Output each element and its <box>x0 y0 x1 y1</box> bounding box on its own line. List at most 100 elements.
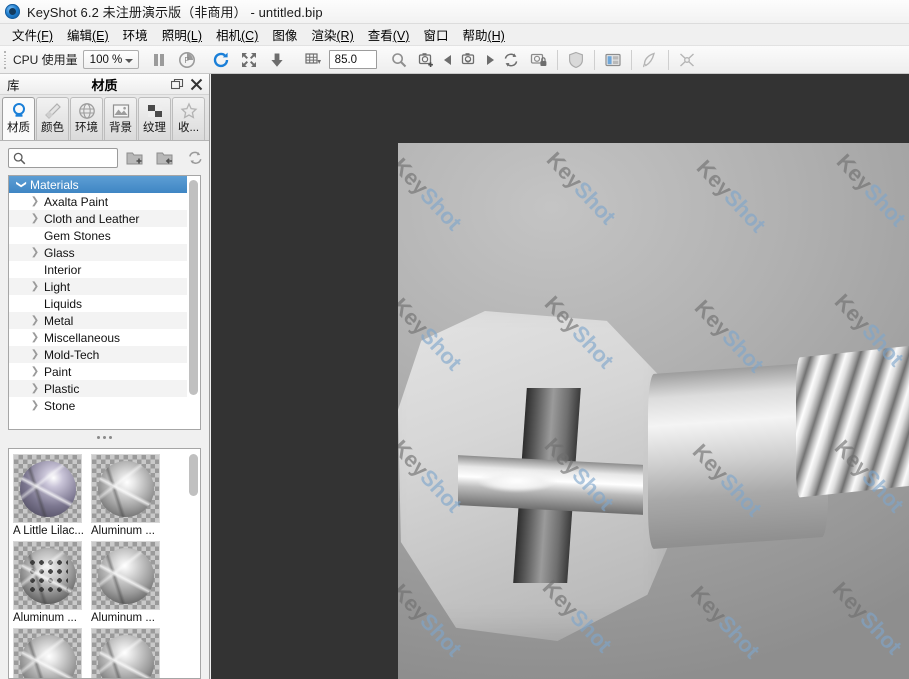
render-quality-input[interactable]: 85.0 <box>328 50 377 69</box>
tree-item-4[interactable]: ❯ Cloth and Leather <box>9 210 187 227</box>
menu-item-3[interactable]: 环境 <box>116 23 155 46</box>
tree-item-15[interactable]: ❯ Stone <box>9 397 187 414</box>
material-preview-image[interactable] <box>13 541 82 610</box>
camera-list-button[interactable] <box>455 47 483 73</box>
chevron-right-icon[interactable]: ❯ <box>27 332 43 343</box>
tree-item-13[interactable]: ❯ Paint <box>9 363 187 380</box>
chevron-right-icon[interactable]: ❯ <box>27 315 43 326</box>
toolbar-grip[interactable] <box>2 49 8 70</box>
menu-item-mnemonic: (E) <box>92 29 109 43</box>
chevron-down-icon[interactable]: ❯ <box>16 177 27 193</box>
lock-camera-button[interactable] <box>525 47 553 73</box>
library-tab-3[interactable]: 环境 <box>70 97 103 140</box>
tree-item-12[interactable]: ❯ Mold-Tech <box>9 346 187 363</box>
chevron-right-icon[interactable]: ❯ <box>27 400 43 411</box>
tree-item-5[interactable]: Gem Stones <box>9 227 187 244</box>
panel-splitter[interactable] <box>0 430 209 444</box>
image-icon <box>111 101 131 121</box>
chevron-right-icon[interactable]: ❯ <box>27 383 43 394</box>
render-viewport[interactable]: KeyShot KeyShot KeyShot KeyShot KeyShot KeySh… <box>211 74 909 679</box>
menu-item-4[interactable]: 照明(L) <box>155 23 209 46</box>
tree-item-2[interactable]: ❯ Materials <box>9 176 187 193</box>
material-thumbnail-list[interactable]: A Little Lilac... Aluminum ... Aluminum ..… <box>8 448 201 679</box>
menu-item-7[interactable]: 渲染(R) <box>304 23 360 46</box>
previous-camera-button[interactable] <box>441 47 455 73</box>
material-preview-image[interactable] <box>91 454 160 523</box>
import-folder-button[interactable] <box>122 147 148 169</box>
material-thumbnail[interactable]: Aluminum ... <box>13 541 87 626</box>
chevron-right-icon[interactable]: ❯ <box>27 196 43 207</box>
library-tab-6[interactable]: 收... <box>172 97 205 140</box>
menu-item-5[interactable]: 相机(C) <box>209 23 265 46</box>
material-preview-image[interactable] <box>13 628 82 678</box>
tree-item-14[interactable]: ❯ Plastic <box>9 380 187 397</box>
tree-item-3[interactable]: ❯ Axalta Paint <box>9 193 187 210</box>
library-tab-4[interactable]: 背景 <box>104 97 137 140</box>
library-tree[interactable]: 下载❯Materials❯Axalta Paint❯Cloth and Leat… <box>8 175 201 430</box>
material-thumbnail[interactable] <box>91 628 165 678</box>
paint-brush-icon <box>642 51 655 67</box>
zoom-button[interactable] <box>385 47 413 73</box>
layout-button[interactable] <box>599 47 627 73</box>
move-tool-button[interactable] <box>235 47 263 73</box>
menu-item-9[interactable]: 窗口 <box>416 23 455 46</box>
material-thumbnail[interactable]: Aluminum ... <box>91 541 165 626</box>
tree-item-label: Miscellaneous <box>44 330 121 345</box>
material-thumbnail[interactable]: Aluminum ... <box>91 454 165 539</box>
thumbnails-scrollbar-thumb[interactable] <box>189 454 198 496</box>
thumbnails-scrollbar[interactable] <box>188 450 199 677</box>
tree-item-11[interactable]: ❯ Miscellaneous <box>9 329 187 346</box>
search-icon <box>13 152 26 164</box>
search-input[interactable] <box>28 151 117 165</box>
material-thumbnail[interactable] <box>13 628 87 678</box>
chevron-right-icon[interactable]: ❯ <box>27 281 43 292</box>
render-image[interactable]: KeyShot KeyShot KeyShot KeyShot KeyShot KeySh… <box>398 143 909 679</box>
search-input-wrapper[interactable] <box>8 148 118 168</box>
add-camera-button[interactable] <box>413 47 441 73</box>
material-thumbnail[interactable]: A Little Lilac... <box>13 454 87 539</box>
screw-phillips-slot <box>458 388 643 583</box>
tree-scrollbar-thumb[interactable] <box>189 180 198 395</box>
shield-button[interactable] <box>562 47 590 73</box>
material-preview-image[interactable] <box>91 628 160 678</box>
menu-item-1[interactable]: 文件(F) <box>5 23 60 46</box>
reset-camera-button[interactable] <box>497 47 525 73</box>
grid-button[interactable] <box>299 47 327 73</box>
tree-scrollbar[interactable] <box>188 177 199 428</box>
graph-button[interactable] <box>673 47 701 73</box>
performance-mode-button[interactable]: P <box>173 47 201 73</box>
left-triangle-icon <box>443 54 451 65</box>
chevron-right-icon[interactable]: ❯ <box>27 247 43 258</box>
library-tab-5[interactable]: 纹理 <box>138 97 171 140</box>
tree-item-10[interactable]: ❯ Metal <box>9 312 187 329</box>
cpu-usage-dropdown[interactable]: 100 % <box>82 50 139 69</box>
cpu-usage-value: 100 % <box>89 53 123 66</box>
tree-item-9[interactable]: Liquids <box>9 295 187 312</box>
toolbar-separator <box>556 49 558 70</box>
tree-item-6[interactable]: ❯ Glass <box>9 244 187 261</box>
menu-item-8[interactable]: 查看(V) <box>361 23 417 46</box>
close-icon[interactable] <box>190 78 203 91</box>
chevron-right-icon[interactable]: ❯ <box>27 213 43 224</box>
undock-icon[interactable] <box>171 78 184 91</box>
chevron-right-icon[interactable]: ❯ <box>27 349 43 360</box>
export-folder-button[interactable] <box>152 147 178 169</box>
camera-plus-icon <box>418 52 433 67</box>
material-preview-image[interactable] <box>91 541 160 610</box>
drop-to-ground-button[interactable] <box>263 47 291 73</box>
library-tab-2[interactable]: 颜色 <box>36 97 69 140</box>
menu-item-2[interactable]: 编辑(E) <box>60 23 116 46</box>
refresh-render-button[interactable] <box>207 47 235 73</box>
refresh-library-button[interactable] <box>182 147 208 169</box>
chevron-right-icon[interactable]: ❯ <box>27 366 43 377</box>
library-tab-1[interactable]: 材质 <box>2 97 35 140</box>
menu-item-10[interactable]: 帮助(H) <box>455 23 511 46</box>
tree-item-label: Plastic <box>44 381 80 396</box>
material-preview-image[interactable] <box>13 454 82 523</box>
pause-button[interactable] <box>145 47 173 73</box>
menu-item-6[interactable]: 图像 <box>265 23 304 46</box>
tree-item-8[interactable]: ❯ Light <box>9 278 187 295</box>
tree-item-7[interactable]: Interior <box>9 261 187 278</box>
next-camera-button[interactable] <box>483 47 497 73</box>
paint-button[interactable] <box>636 47 664 73</box>
